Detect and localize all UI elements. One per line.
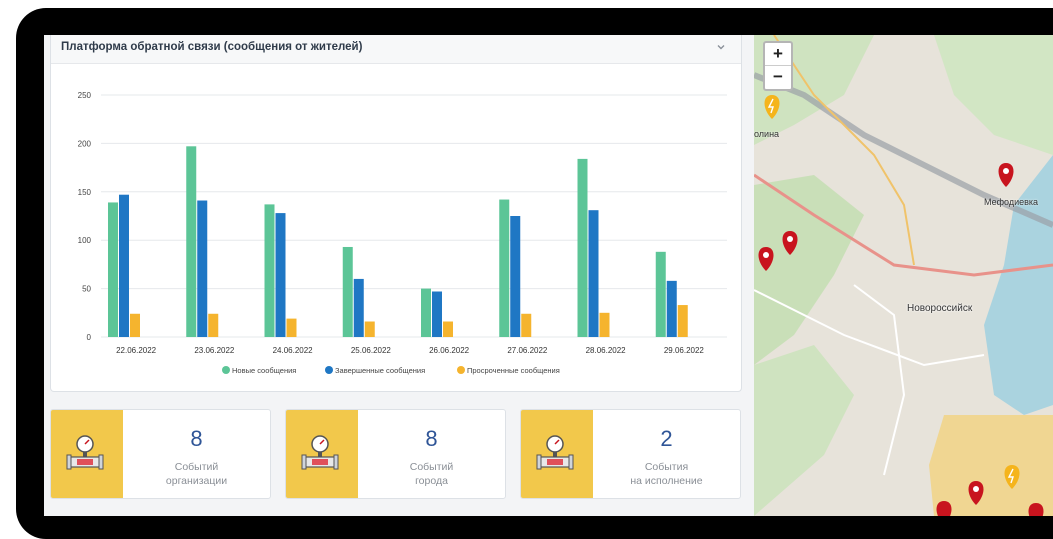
x-tick-label: 22.06.2022 — [116, 346, 157, 355]
bar — [432, 291, 442, 337]
bar — [130, 313, 140, 337]
x-tick-label: 27.06.2022 — [507, 346, 548, 355]
card-label: Событий организации — [165, 461, 228, 487]
feedback-panel: Платформа обратной связи (сообщения от ж… — [50, 35, 742, 392]
bar — [521, 313, 532, 337]
map-tiles[interactable] — [754, 35, 1053, 516]
bar — [264, 204, 275, 337]
bar — [342, 246, 353, 337]
bar — [286, 318, 297, 337]
card-value: 2 — [660, 426, 673, 451]
card-icon-box — [286, 410, 358, 498]
x-tick-label: 25.06.2022 — [351, 346, 392, 355]
chevron-down-icon[interactable] — [715, 41, 727, 53]
panel-header[interactable]: Платформа обратной связи (сообщения от ж… — [51, 35, 741, 64]
card-icon-box — [51, 410, 123, 498]
bar — [599, 312, 610, 337]
bar — [655, 251, 666, 337]
bar — [577, 158, 588, 337]
legend-marker — [457, 366, 465, 374]
bar-chart: 250 200 150 100 50 0 22.06.2022 23.06.2022 24.06… — [78, 91, 727, 375]
x-tick-label: 26.06.2022 — [429, 346, 470, 355]
y-tick-label: 250 — [78, 91, 92, 100]
bar — [499, 199, 510, 337]
map-label-west: олина — [754, 129, 780, 139]
bar — [510, 216, 521, 337]
legend-label: Завершенные сообщения — [335, 366, 425, 375]
card-organization-events[interactable]: 8 Событий организации — [50, 409, 271, 499]
y-tick-label: 0 — [87, 333, 92, 342]
card-icon-box — [521, 410, 593, 498]
y-tick-label: 50 — [82, 285, 91, 294]
card-value: 8 — [425, 426, 438, 451]
x-tick-label: 28.06.2022 — [586, 346, 627, 355]
bar — [186, 146, 197, 337]
pipe-gauge-icon — [536, 435, 574, 470]
bar — [108, 202, 118, 337]
bar — [443, 321, 453, 337]
x-tick-label: 23.06.2022 — [194, 346, 235, 355]
bar — [353, 278, 364, 337]
map-label-city: Новороссийск — [907, 303, 973, 314]
bar — [666, 280, 677, 337]
zoom-out-button[interactable]: − — [765, 66, 791, 88]
card-label: События на исполнение — [630, 461, 703, 487]
legend-marker — [222, 366, 230, 374]
card-value: 8 — [190, 426, 203, 451]
legend-label: Просроченные сообщения — [467, 366, 560, 375]
map-pin-red[interactable] — [936, 501, 952, 516]
bar — [119, 194, 129, 337]
bar — [275, 213, 286, 337]
screen: Платформа обратной связи (сообщения от ж… — [44, 35, 1053, 516]
zoom-control: + − — [763, 41, 793, 91]
legend-marker — [325, 366, 333, 374]
pipe-gauge-icon — [66, 435, 104, 470]
pipe-gauge-icon — [301, 435, 339, 470]
card-label: Событий города — [409, 461, 454, 487]
card-pending-events[interactable]: 2 События на исполнение — [520, 409, 741, 499]
frame: Платформа обратной связи (сообщения от ж… — [0, 0, 1053, 539]
legend-label: Новые сообщения — [232, 366, 296, 375]
map-view[interactable]: + − олина Мефодиевка Новороссийск — [754, 35, 1053, 516]
bar — [197, 200, 208, 337]
y-tick-label: 150 — [78, 188, 92, 197]
y-tick-label: 100 — [78, 236, 92, 245]
zoom-in-button[interactable]: + — [765, 43, 791, 66]
map-pin-red[interactable] — [1028, 503, 1044, 516]
bar — [208, 313, 219, 337]
x-tick-label: 24.06.2022 — [273, 346, 314, 355]
y-tick-label: 200 — [78, 139, 92, 148]
bar — [588, 210, 599, 337]
bar — [364, 321, 375, 337]
bar — [421, 288, 431, 337]
bar — [677, 305, 688, 337]
x-tick-label: 29.06.2022 — [664, 346, 705, 355]
card-city-events[interactable]: 8 Событий города — [285, 409, 506, 499]
map-label-town: Мефодиевка — [984, 197, 1039, 207]
panel-title: Платформа обратной связи (сообщения от ж… — [61, 41, 363, 53]
